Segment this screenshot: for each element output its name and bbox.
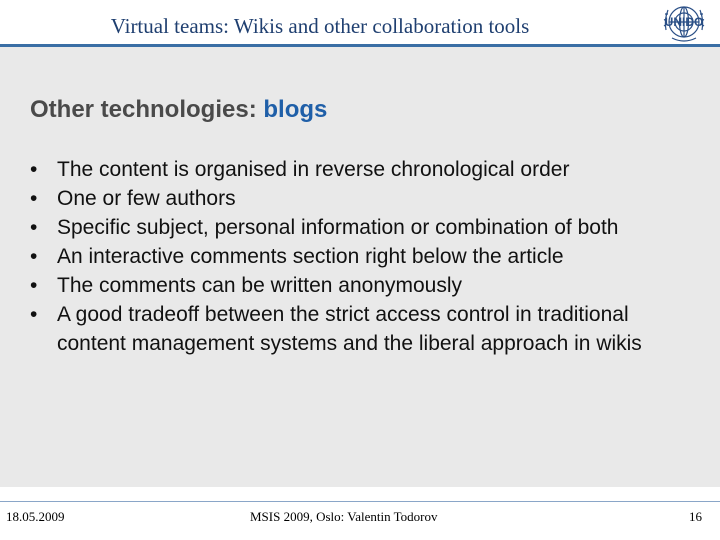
- bullet-item: • A good tradeoff between the strict acce…: [30, 300, 680, 358]
- slide-heading-accent: blogs: [263, 96, 328, 123]
- slide: Virtual teams: Wikis and other collabora…: [0, 0, 720, 540]
- page-number: 16: [689, 509, 702, 524]
- bullet-text: An interactive comments section right be…: [57, 245, 564, 268]
- header-title: Virtual teams: Wikis and other collabora…: [110, 14, 530, 38]
- bullet-dot-icon: •: [30, 187, 38, 210]
- bullet-item: • One or few authors: [30, 184, 680, 213]
- bullet-dot-icon: •: [30, 303, 38, 326]
- bullet-dot-icon: •: [30, 274, 38, 297]
- footer-presentation-info: MSIS 2009, Oslo: Valentin Todorov: [250, 509, 438, 524]
- footer-divider: [0, 501, 720, 502]
- bullet-dot-icon: •: [30, 158, 38, 181]
- bullet-text: A good tradeoff between the strict acces…: [57, 303, 642, 355]
- bullet-dot-icon: •: [30, 245, 38, 268]
- bullet-text: Specific subject, personal information o…: [57, 216, 619, 239]
- slide-heading-prefix: Other technologies:: [30, 96, 264, 123]
- bullet-item: • Specific subject, personal information …: [30, 213, 680, 242]
- bullet-item: • The content is organised in reverse chr…: [30, 155, 680, 184]
- footer-date: 18.05.2009: [6, 509, 65, 524]
- bullet-dot-icon: •: [30, 216, 38, 239]
- bullet-text: The content is organised in reverse chro…: [57, 158, 570, 181]
- bullet-list: • The content is organised in reverse chr…: [30, 155, 680, 358]
- bullet-item: • An interactive comments section right b…: [30, 242, 680, 271]
- unido-logo-icon: UNIDO: [658, 0, 710, 44]
- logo-wordmark: UNIDO: [665, 15, 704, 29]
- bullet-item: • The comments can be written anonymously: [30, 271, 680, 300]
- bullet-text: The comments can be written anonymously: [57, 274, 463, 297]
- bullet-text: One or few authors: [57, 187, 236, 210]
- slide-heading: Other technologies: blogs: [30, 96, 327, 124]
